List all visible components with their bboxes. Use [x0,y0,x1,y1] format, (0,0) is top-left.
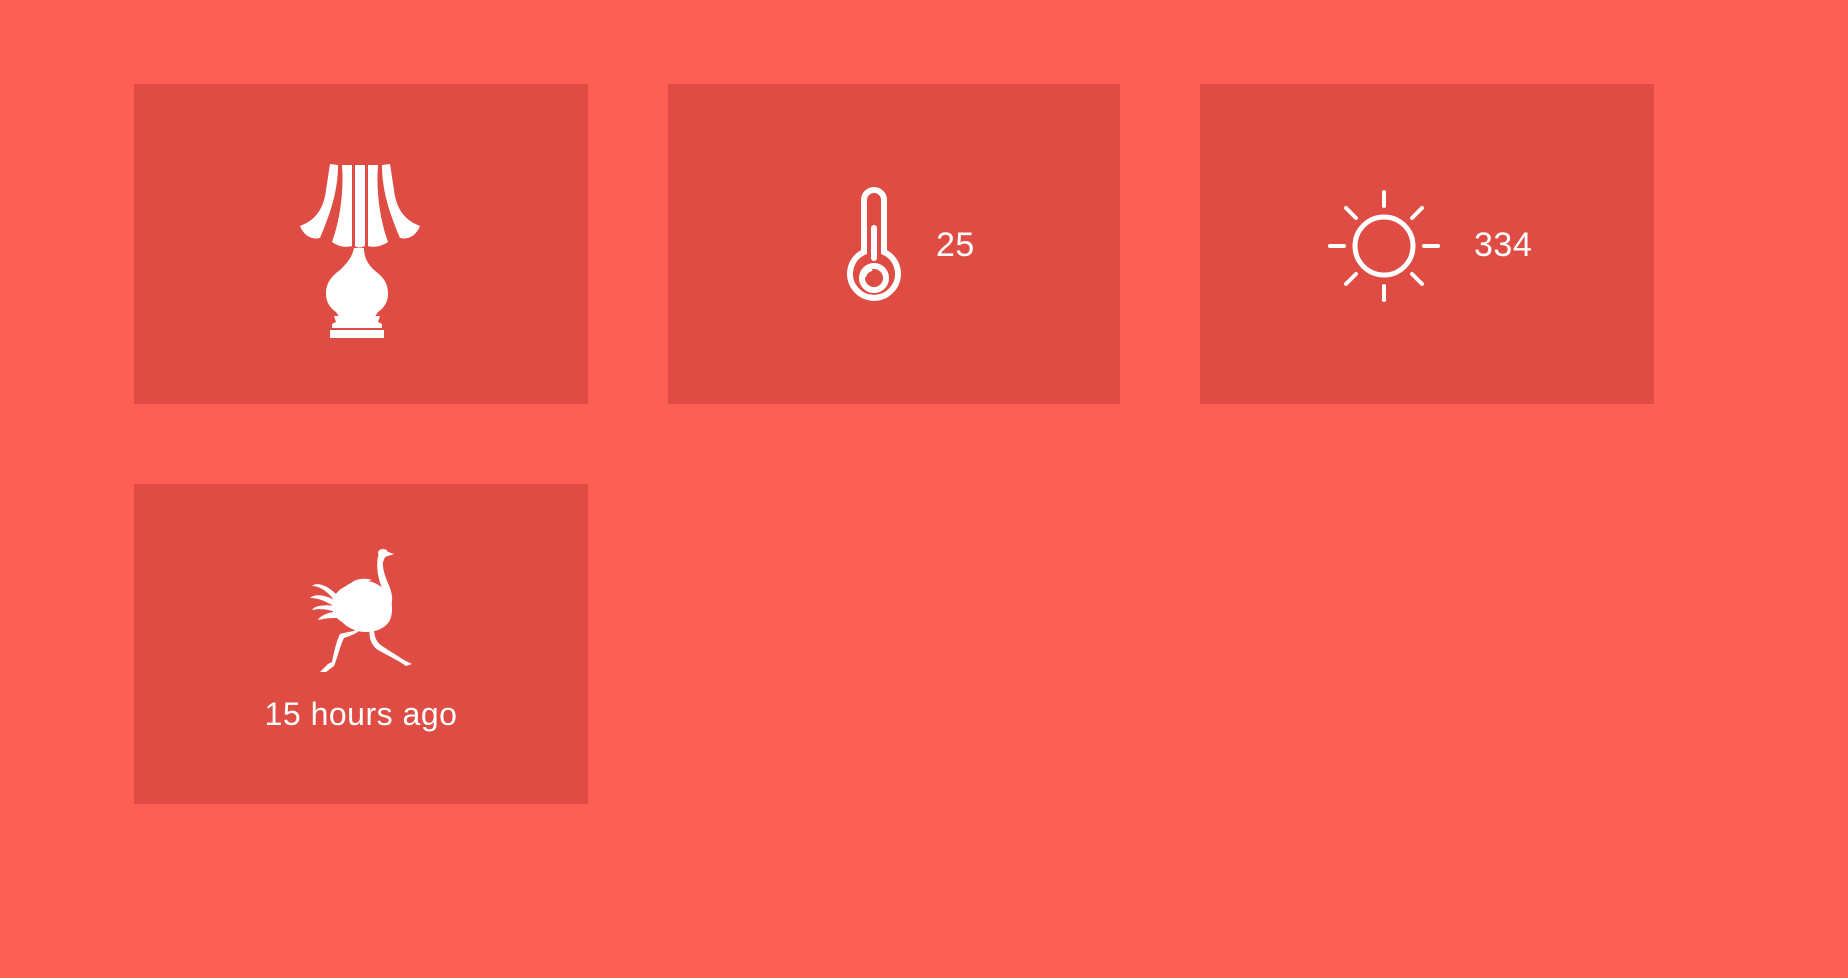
temperature-value: 25 [936,226,975,264]
sun-icon [1328,190,1440,302]
temperature-tile[interactable]: 25 [668,84,1120,404]
lamp-tile[interactable] [134,84,588,404]
light-value: 334 [1474,226,1533,264]
motion-tile[interactable]: 15 hours ago [134,484,588,804]
table-lamp-icon [300,164,420,338]
thermometer-icon [847,187,901,301]
motion-last-seen: 15 hours ago [264,696,458,732]
ostrich-icon [310,549,412,672]
light-tile[interactable]: 334 [1200,84,1654,404]
